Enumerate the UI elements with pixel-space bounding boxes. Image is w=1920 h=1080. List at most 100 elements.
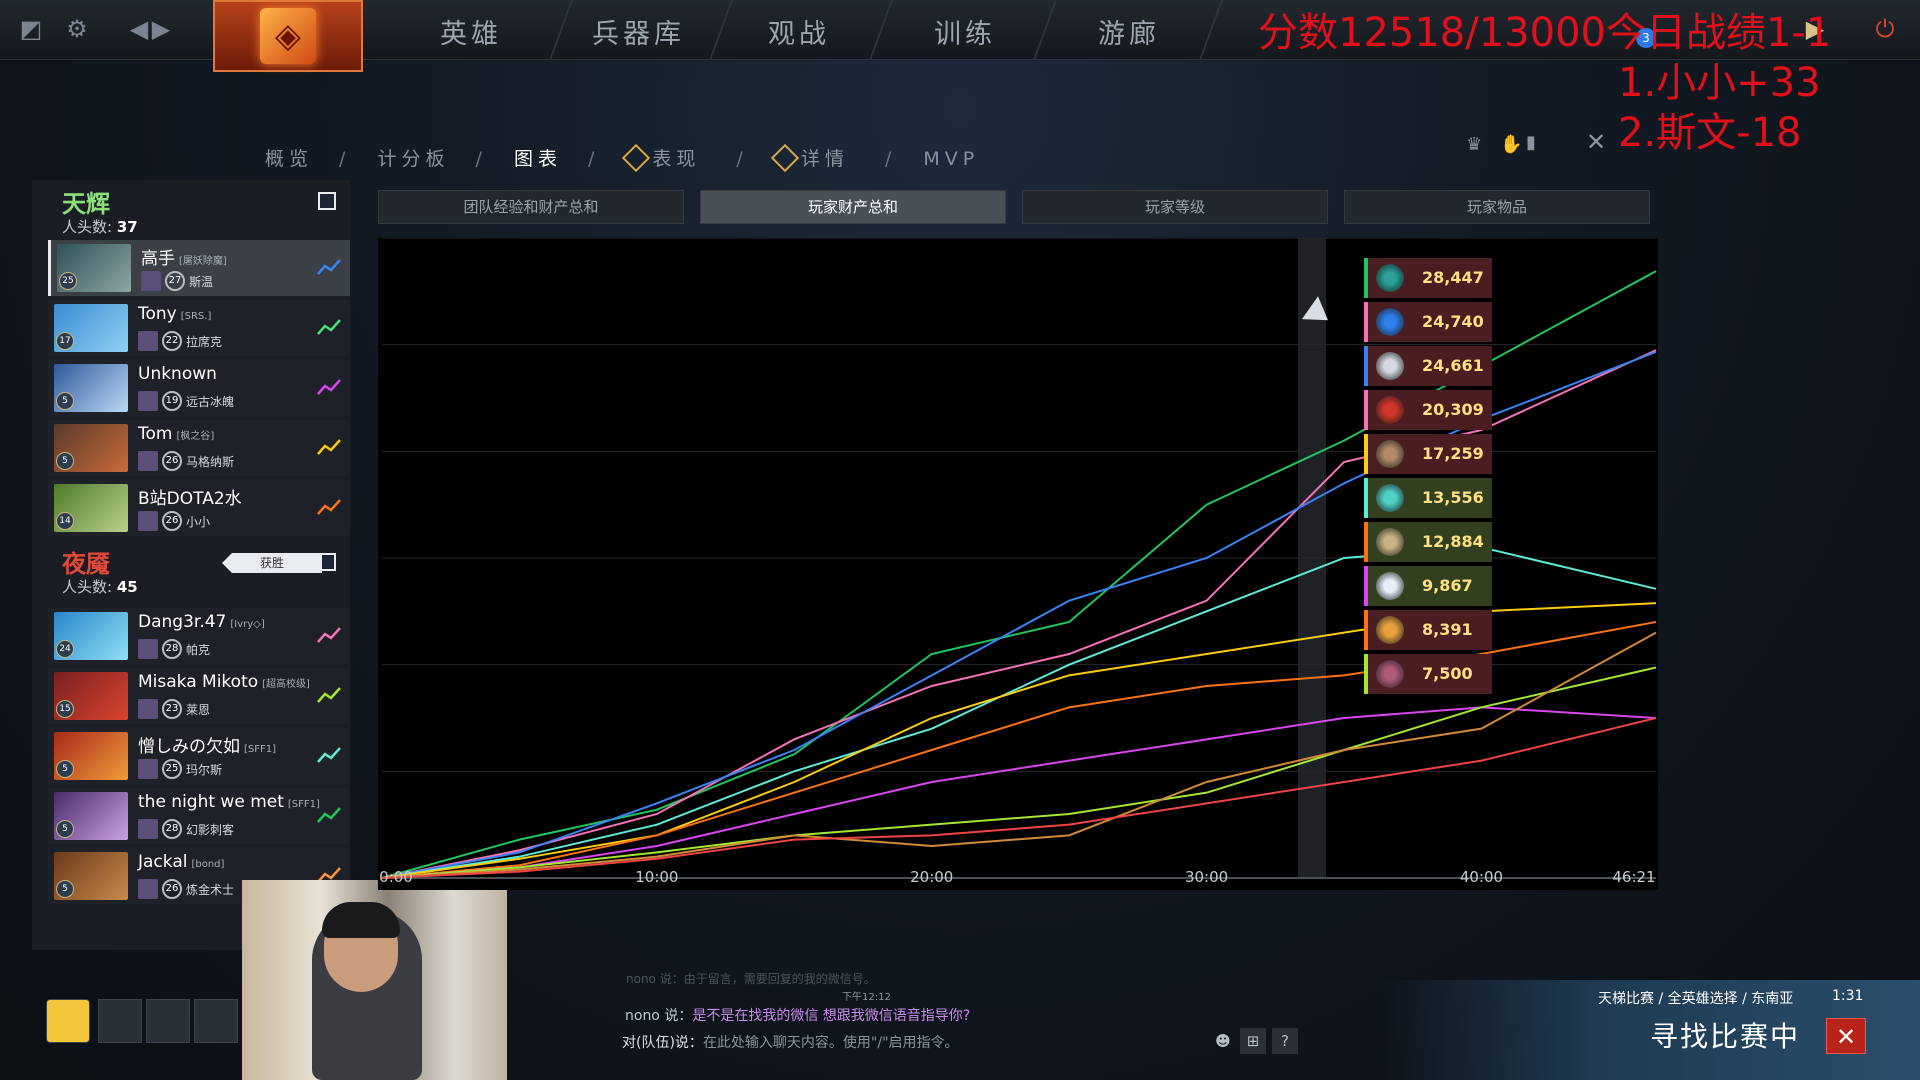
player-name-text: Tom bbox=[138, 424, 173, 444]
player-row[interactable]: 15 Misaka Mikoto [超高校级] 23 莱恩 bbox=[48, 668, 350, 724]
nav-armory[interactable]: 兵器库 bbox=[592, 12, 685, 51]
party-bar bbox=[40, 995, 250, 1050]
tab-overview[interactable]: 概览 bbox=[265, 148, 313, 170]
x-tick-label: 0:00 bbox=[379, 868, 413, 886]
chat-text: 是不是在找我的微信 想跟我微信语音指导你? bbox=[692, 1008, 971, 1024]
graph-toggle-icon[interactable] bbox=[316, 744, 342, 766]
hero-level-badge: 24 bbox=[56, 640, 74, 658]
nav-heroes[interactable]: 英雄 bbox=[440, 12, 502, 51]
graph-toggle-icon[interactable] bbox=[316, 804, 342, 826]
rank-icon bbox=[138, 879, 158, 899]
player-guild-tag: [枫之谷] bbox=[176, 431, 215, 442]
dota-logo-button[interactable]: ◈ bbox=[213, 0, 363, 72]
help-button[interactable]: ? bbox=[1272, 1028, 1298, 1054]
hero-portrait: 5 bbox=[54, 364, 128, 412]
hero-name: 拉席克 bbox=[186, 335, 223, 349]
chat-faded-line: nono 说：由于留言，需要回复的我的微信号。 bbox=[626, 972, 876, 986]
hero-portrait: 17 bbox=[54, 304, 128, 352]
graph-tab-team-xp-gold[interactable]: 团队经验和财产总和 bbox=[378, 190, 684, 224]
chat-wheel-icon[interactable]: ⊞ bbox=[1240, 1028, 1266, 1054]
graph-toggle-icon[interactable] bbox=[316, 316, 342, 338]
player-name-text: Unknown bbox=[138, 364, 217, 384]
cancel-search-button[interactable]: ✕ bbox=[1826, 1018, 1866, 1054]
chat-input[interactable]: 对(队伍)说：在此处输入聊天内容。使用"/"启用指令。 bbox=[622, 1032, 959, 1052]
tab-performance-label: 表现 bbox=[652, 148, 701, 170]
legend-hero-icon bbox=[1376, 616, 1404, 644]
player-row[interactable]: 5 憎しみの欠如 [SFF1] 25 玛尔斯 bbox=[48, 728, 350, 784]
nav-arcade[interactable]: 游廊 bbox=[1098, 12, 1160, 51]
graph-tab-player-items[interactable]: 玩家物品 bbox=[1344, 190, 1650, 224]
kills-label: 人头数: bbox=[62, 578, 113, 596]
party-slot-empty[interactable] bbox=[146, 999, 190, 1043]
player-row[interactable]: 14 B站DOTA2水 26 小小 bbox=[48, 480, 350, 536]
webcam-hair bbox=[322, 902, 400, 938]
party-slot-empty[interactable] bbox=[98, 999, 142, 1043]
player-guild-tag: [Ivry◇] bbox=[230, 619, 265, 630]
legend-color-bar bbox=[1364, 302, 1368, 342]
player-name: Tony [SRS.] bbox=[138, 304, 211, 324]
tab-performance[interactable]: 表现 bbox=[622, 143, 710, 173]
graph-toggle-icon[interactable] bbox=[316, 256, 342, 278]
power-icon[interactable]: ⏻ bbox=[1870, 14, 1900, 44]
graph-toggle-icon[interactable] bbox=[316, 684, 342, 706]
legend-networth-value: 28,447 bbox=[1422, 268, 1484, 287]
player-name-text: Misaka Mikoto bbox=[138, 672, 259, 692]
emoji-icon[interactable]: ☻ bbox=[1210, 1028, 1236, 1054]
gear-icon[interactable]: ⚙ bbox=[62, 14, 92, 44]
player-level: 19 bbox=[162, 391, 182, 411]
postgame-subnav: 概览 / 计分板 / 图表 / 表现 / 详情 / MVP bbox=[265, 143, 989, 173]
graph-toggle-icon[interactable] bbox=[316, 376, 342, 398]
tab-mvp[interactable]: MVP bbox=[923, 148, 979, 170]
hero-level-badge: 17 bbox=[56, 332, 74, 350]
tab-graphs[interactable]: 图表 bbox=[514, 148, 562, 170]
card-icon[interactable]: ▮ bbox=[1526, 132, 1536, 153]
legend-color-bar bbox=[1364, 258, 1368, 298]
kills-value: 45 bbox=[116, 578, 138, 596]
radiant-select-all-checkbox[interactable] bbox=[318, 192, 336, 210]
forward-arrow-icon[interactable]: ▶ bbox=[146, 14, 176, 44]
player-row[interactable]: 5 Tom [枫之谷] 26 马格纳斯 bbox=[48, 420, 350, 476]
player-name: B站DOTA2水 bbox=[138, 484, 246, 509]
x-tick-label: 40:00 bbox=[1460, 868, 1503, 886]
nav-learn[interactable]: 训练 bbox=[934, 12, 996, 51]
subnav-divider: / bbox=[587, 148, 600, 170]
x-tick-label: 30:00 bbox=[1185, 868, 1228, 886]
player-row[interactable]: 17 Tony [SRS.] 22 拉席克 bbox=[48, 300, 350, 356]
player-level: 28 bbox=[162, 639, 182, 659]
legend-hero-icon bbox=[1376, 396, 1404, 424]
party-slot-empty[interactable] bbox=[194, 999, 238, 1043]
rank-icon bbox=[138, 819, 158, 839]
crown-icon[interactable]: ♛ bbox=[1466, 134, 1482, 155]
graph-toggle-icon[interactable] bbox=[316, 496, 342, 518]
player-row[interactable]: 5 the night we met [SFF1] 28 幻影刺客 bbox=[48, 788, 350, 844]
player-row[interactable]: 5 Unknown 19 远古冰魄 bbox=[48, 360, 350, 416]
hero-portrait: 5 bbox=[54, 792, 128, 840]
player-level: 22 bbox=[162, 331, 182, 351]
legend-hero-icon bbox=[1376, 484, 1404, 512]
tab-scoreboard[interactable]: 计分板 bbox=[377, 148, 449, 170]
legend-color-bar bbox=[1364, 478, 1368, 518]
dota-menu-icon[interactable]: ◩ bbox=[16, 14, 46, 44]
player-row[interactable]: 25 高手 [屠妖除魔] 27 斯温 bbox=[48, 240, 350, 296]
graph-tab-player-networth[interactable]: 玩家财产总和 bbox=[700, 190, 1006, 224]
player-level: 23 bbox=[162, 699, 182, 719]
legend-networth-value: 12,884 bbox=[1422, 532, 1484, 551]
x-tick-label: 20:00 bbox=[910, 868, 953, 886]
hero-level-badge: 5 bbox=[56, 820, 74, 838]
legend-color-bar bbox=[1364, 434, 1368, 474]
player-row[interactable]: 24 Dang3r.47 [Ivry◇] 28 帕克 bbox=[48, 608, 350, 664]
player-guild-tag: [bond] bbox=[191, 859, 225, 870]
graph-tab-player-level[interactable]: 玩家等级 bbox=[1022, 190, 1328, 224]
item-icon[interactable]: ✋ bbox=[1500, 134, 1522, 155]
hero-portrait: 15 bbox=[54, 672, 128, 720]
rank-icon bbox=[138, 759, 158, 779]
close-icon[interactable]: ✕ bbox=[1586, 128, 1606, 156]
tab-details[interactable]: 详情 bbox=[770, 143, 859, 173]
player-name-text: Dang3r.47 bbox=[138, 612, 227, 632]
party-avatar-self[interactable] bbox=[46, 999, 90, 1043]
graph-toggle-icon[interactable] bbox=[316, 436, 342, 458]
graph-toggle-icon[interactable] bbox=[316, 624, 342, 646]
nav-watch[interactable]: 观战 bbox=[768, 12, 830, 51]
chat-timestamp: 下午12:12 bbox=[842, 992, 891, 1003]
player-guild-tag: [屠妖除魔] bbox=[179, 256, 227, 267]
